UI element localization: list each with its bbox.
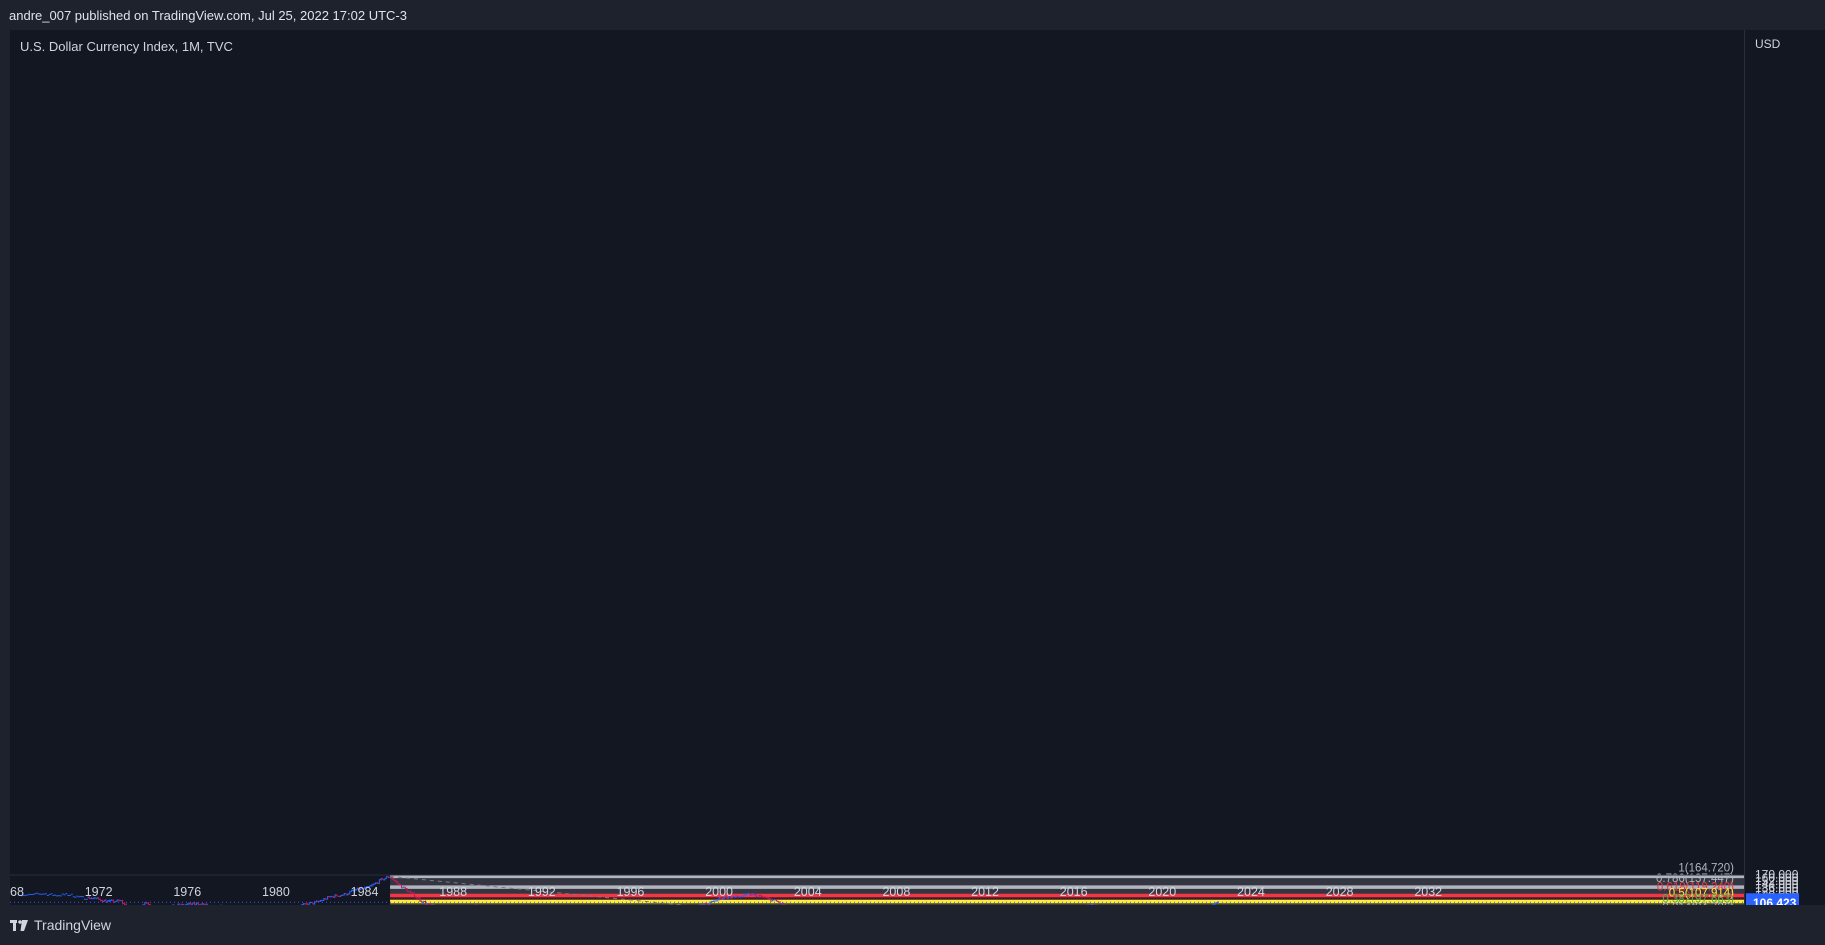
- last-price-badge: 106.423: [1746, 893, 1799, 905]
- time-axis-tick: 1972: [85, 885, 113, 899]
- last-price-value: 106.423: [1753, 896, 1797, 905]
- price-bar: [110, 899, 113, 901]
- publish-info: andre_007 published on TradingView.com, …: [9, 8, 407, 23]
- price-bar: [346, 893, 349, 896]
- price-bar: [334, 894, 337, 898]
- tradingview-icon: [10, 919, 28, 931]
- price-bar: [315, 900, 318, 903]
- time-axis-tick: 1984: [351, 885, 379, 899]
- price-bar: [108, 899, 111, 902]
- price-bar: [319, 899, 322, 903]
- price-bar: [330, 895, 333, 898]
- chart-pane[interactable]: 1(164.720) 0.786(137.447) 0.618(119.240) 0.…: [10, 30, 1744, 905]
- price-bar: [119, 900, 122, 902]
- price-bar: [732, 896, 735, 898]
- time-axis-tick: 2020: [1148, 885, 1176, 899]
- time-axis-tick: 2000: [705, 885, 733, 899]
- time-axis-tick: 2032: [1414, 885, 1442, 899]
- price-bar: [326, 895, 329, 900]
- price-bar: [740, 895, 743, 898]
- time-axis-tick: 1996: [617, 885, 645, 899]
- time-axis-tick: 2028: [1326, 885, 1354, 899]
- price-bar: [345, 892, 348, 896]
- price-bar: [341, 894, 344, 897]
- price-bar: [322, 897, 325, 901]
- price-bar: [383, 877, 386, 881]
- price-bar: [382, 878, 385, 881]
- price-bar: [317, 900, 320, 902]
- price-bar: [380, 878, 383, 881]
- price-bar: [339, 895, 342, 898]
- price-bar: [99, 898, 102, 902]
- time-axis-tick: 2016: [1060, 885, 1088, 899]
- footer: TradingView: [0, 905, 1825, 945]
- price-axis[interactable]: USD 170.000 160.000 152.000 144.000 136.000 1…: [1744, 30, 1825, 905]
- price-bar: [324, 898, 327, 900]
- price-bar: [335, 894, 338, 897]
- tradingview-logo[interactable]: TradingView: [10, 917, 111, 933]
- time-axis-tick: 1992: [528, 885, 556, 899]
- price-chart[interactable]: 1(164.720)0.786(137.447)0.618(119.240)0.…: [10, 30, 1744, 905]
- price-bar: [145, 902, 148, 904]
- time-axis-tick: 1976: [173, 885, 201, 899]
- time-axis-tick: 2012: [971, 885, 999, 899]
- time-axis-tick: 2024: [1237, 885, 1265, 899]
- price-bar: [328, 895, 331, 898]
- symbol-label[interactable]: U.S. Dollar Currency Index, 1M, TVC: [20, 39, 233, 54]
- price-bar: [376, 881, 379, 885]
- price-bar: [332, 895, 335, 898]
- price-bar: [378, 879, 381, 885]
- publish-header: andre_007 published on TradingView.com, …: [0, 0, 1825, 30]
- price-bar: [387, 876, 390, 878]
- time-axis-tick: 1980: [262, 885, 290, 899]
- price-bar: [117, 899, 120, 902]
- price-axis-ticks[interactable]: 170.000160.000152.000144.000136.000128.0…: [1745, 30, 1825, 905]
- time-axis-tick: 1988: [439, 885, 467, 899]
- price-bar: [321, 899, 324, 902]
- time-axis-tick: 68: [10, 885, 24, 899]
- price-bar: [385, 875, 388, 879]
- price-bar: [103, 899, 106, 903]
- fib-level-labels: 1(164.720)0.786(137.447)0.618(119.240)0.…: [1656, 862, 1734, 905]
- price-bar: [337, 895, 340, 897]
- time-axis-tick: 2004: [794, 885, 822, 899]
- price-bar: [116, 899, 119, 902]
- price-bar: [106, 899, 109, 903]
- time-axis-tick: 2008: [882, 885, 910, 899]
- price-bar: [343, 892, 346, 896]
